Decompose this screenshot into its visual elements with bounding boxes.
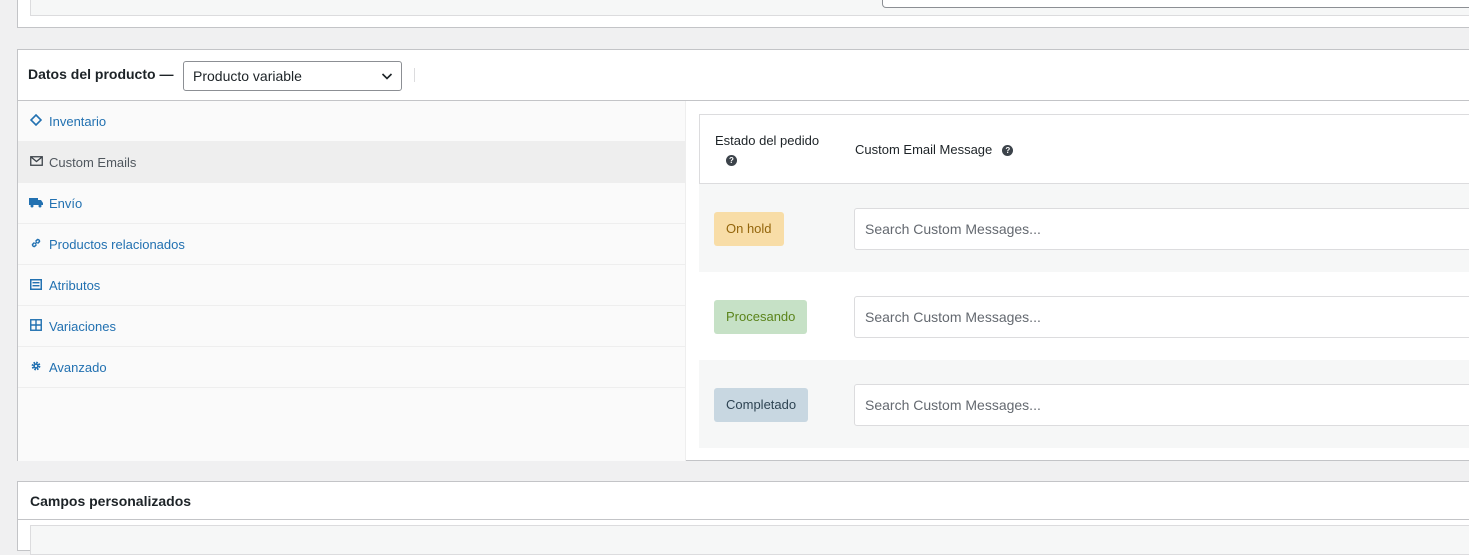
custom-emails-panel: Estado del pedido ? Custom Email Message… <box>699 114 1469 448</box>
question-circle-icon[interactable]: ? <box>1002 145 1014 157</box>
tab-label: Productos relacionados <box>49 237 185 252</box>
link-icon <box>29 236 43 250</box>
status-row-on-hold: On hold <box>699 184 1469 272</box>
search-input[interactable] <box>855 209 1469 249</box>
tab-label: Custom Emails <box>49 155 137 170</box>
status-badge: On hold <box>714 212 784 246</box>
header-separator <box>414 68 415 82</box>
status-badge: Completado <box>714 388 809 422</box>
tab-label: Inventario <box>49 114 107 129</box>
product-data-tabs: Inventario Custom Emails Envío Productos… <box>18 101 686 461</box>
chevron-down-icon <box>381 73 393 80</box>
tab-label: Avanzado <box>49 360 107 375</box>
tab-label: Atributos <box>49 278 101 293</box>
tab-label: Envío <box>49 196 83 211</box>
status-row-completado: Completado <box>699 360 1469 448</box>
search-input[interactable] <box>855 385 1469 425</box>
custom-message-search[interactable] <box>854 208 1469 250</box>
custom-email-message-header: Custom Email Message? <box>855 142 1014 157</box>
custom-message-search[interactable] <box>854 296 1469 338</box>
status-badge: Procesando <box>714 300 808 334</box>
product-data-header: Datos del producto — Producto variable <box>18 50 1469 101</box>
tab-productos-relacionados[interactable]: Productos relacionados <box>18 224 685 265</box>
divider <box>18 519 1469 520</box>
previous-metabox-input[interactable] <box>882 0 1469 8</box>
tab-custom-emails[interactable]: Custom Emails <box>18 142 685 183</box>
tab-label: Variaciones <box>49 319 116 334</box>
list-icon <box>29 277 43 291</box>
envelope-icon <box>29 154 43 168</box>
custom-email-message-label: Custom Email Message <box>855 142 993 157</box>
previous-metabox-inner <box>30 0 1469 16</box>
custom-fields-panel: Campos personalizados <box>17 481 1469 555</box>
previous-metabox <box>17 0 1469 28</box>
search-input[interactable] <box>855 297 1469 337</box>
grid-icon <box>29 318 43 332</box>
custom-message-search[interactable] <box>854 384 1469 426</box>
custom-fields-title[interactable]: Campos personalizados <box>30 493 191 509</box>
product-type-value: Producto variable <box>193 68 302 84</box>
gear-icon <box>29 359 43 373</box>
question-circle-icon[interactable]: ? <box>726 155 737 167</box>
product-type-select[interactable]: Producto variable <box>183 61 402 91</box>
order-status-label: Estado del pedido <box>715 133 820 148</box>
custom-emails-table-header: Estado del pedido ? Custom Email Message… <box>699 114 1469 184</box>
tag-icon <box>29 113 43 127</box>
tab-envio[interactable]: Envío <box>18 183 685 224</box>
status-row-procesando: Procesando <box>699 272 1469 360</box>
product-data-panel: Datos del producto — Producto variable I… <box>17 49 1469 461</box>
tab-avanzado[interactable]: Avanzado <box>18 347 685 388</box>
custom-fields-table <box>30 525 1469 555</box>
product-data-title: Datos del producto — <box>28 66 174 82</box>
tab-inventario[interactable]: Inventario <box>18 101 685 142</box>
tab-variaciones[interactable]: Variaciones <box>18 306 685 347</box>
truck-icon <box>29 195 43 209</box>
tab-atributos[interactable]: Atributos <box>18 265 685 306</box>
order-status-header: Estado del pedido ? <box>715 133 819 168</box>
